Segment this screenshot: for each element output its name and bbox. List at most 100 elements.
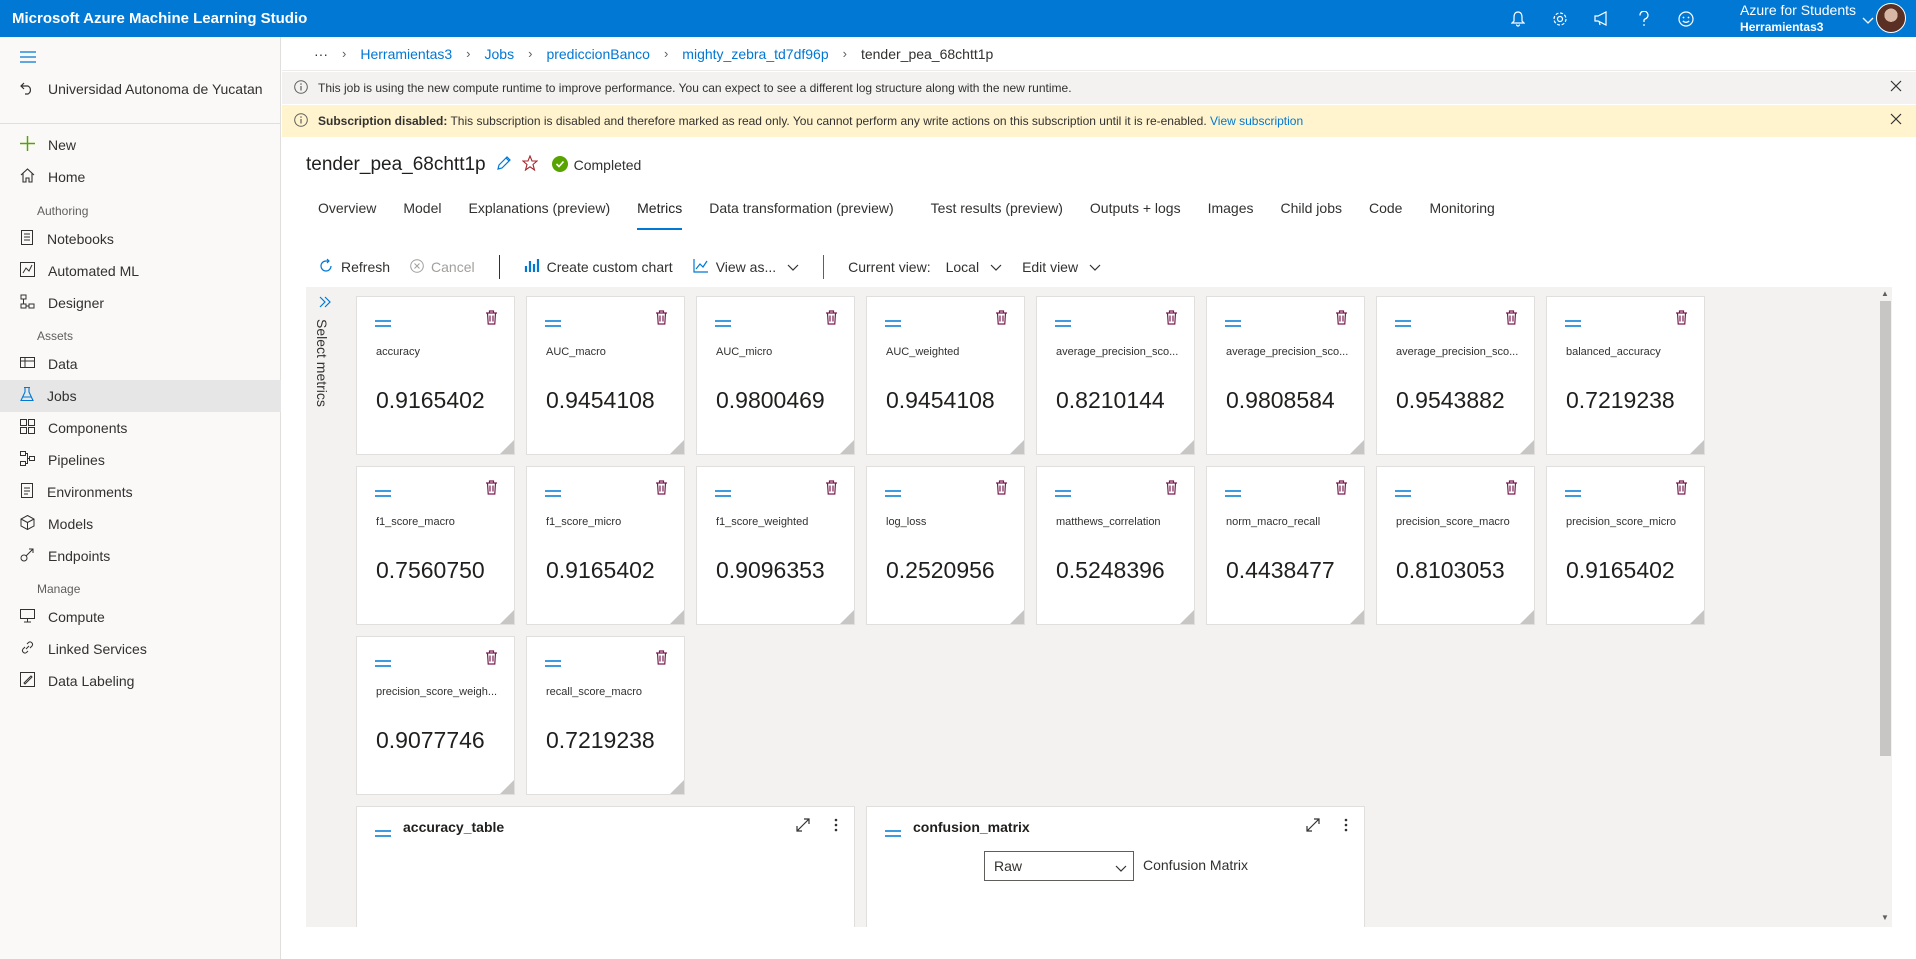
drag-handle-icon[interactable] <box>1395 485 1411 503</box>
trash-icon[interactable] <box>1165 480 1178 500</box>
hamburger-icon[interactable] <box>20 50 36 68</box>
breadcrumb-item[interactable]: Herramientas3 <box>360 46 452 62</box>
trash-icon[interactable] <box>655 650 668 670</box>
tab-images[interactable]: Images <box>1208 200 1254 230</box>
drag-handle-icon[interactable] <box>375 485 391 503</box>
sidebar-item-notebooks[interactable]: Notebooks <box>0 223 281 255</box>
trash-icon[interactable] <box>1675 310 1688 330</box>
tab-overview[interactable]: Overview <box>318 200 376 230</box>
expand-icon[interactable] <box>796 818 810 837</box>
sidebar-item-new[interactable]: New <box>0 129 281 161</box>
create-custom-chart-button[interactable]: Create custom chart <box>518 252 679 282</box>
tab-data-transformation[interactable]: Data transformation (preview) <box>709 200 893 230</box>
trash-icon[interactable] <box>995 310 1008 330</box>
sidebar-item-jobs[interactable]: Jobs <box>0 380 281 412</box>
scroll-up-icon[interactable]: ▲ <box>1881 289 1889 298</box>
tab-outputs-logs[interactable]: Outputs + logs <box>1090 200 1181 230</box>
tab-model[interactable]: Model <box>403 200 441 230</box>
breadcrumb-item[interactable]: prediccionBanco <box>546 46 650 62</box>
tab-code[interactable]: Code <box>1369 200 1402 230</box>
drag-handle-icon[interactable] <box>1565 315 1581 333</box>
edit-pencil-icon[interactable] <box>496 155 512 176</box>
current-view-dropdown[interactable]: Current view: Local <box>842 252 1008 282</box>
sidebar-item-linked-services[interactable]: Linked Services <box>0 633 281 665</box>
tab-metrics[interactable]: Metrics <box>637 200 683 230</box>
trash-icon[interactable] <box>825 480 838 500</box>
tab-monitoring[interactable]: Monitoring <box>1429 200 1494 230</box>
sidebar-item-compute[interactable]: Compute <box>0 601 281 633</box>
scrollbar-thumb[interactable] <box>1880 301 1891 756</box>
view-as-dropdown[interactable]: View as... <box>687 252 805 282</box>
trash-icon[interactable] <box>485 650 498 670</box>
drag-handle-icon[interactable] <box>885 485 901 503</box>
resize-handle[interactable] <box>500 440 514 454</box>
trash-icon[interactable] <box>655 480 668 500</box>
sidebar-item-data-labeling[interactable]: Data Labeling <box>0 665 281 697</box>
close-icon[interactable] <box>1890 113 1902 128</box>
drag-handle-icon[interactable] <box>885 315 901 333</box>
sidebar-item-endpoints[interactable]: Endpoints <box>0 540 281 572</box>
trash-icon[interactable] <box>1675 480 1688 500</box>
sidebar-item-pipelines[interactable]: Pipelines <box>0 444 281 476</box>
avatar[interactable] <box>1876 3 1906 33</box>
sidebar-item-components[interactable]: Components <box>0 412 281 444</box>
workspace-switcher[interactable]: Universidad Autonoma de Yucatan <box>20 77 263 101</box>
more-options-icon[interactable] <box>834 818 838 837</box>
trash-icon[interactable] <box>655 310 668 330</box>
resize-handle[interactable] <box>840 440 854 454</box>
breadcrumb-overflow[interactable]: ··· <box>314 46 328 62</box>
smiley-icon[interactable] <box>1676 9 1696 29</box>
drag-handle-icon[interactable] <box>1565 485 1581 503</box>
trash-icon[interactable] <box>1505 310 1518 330</box>
refresh-button[interactable]: Refresh <box>312 252 396 282</box>
trash-icon[interactable] <box>1335 480 1348 500</box>
resize-handle[interactable] <box>670 610 684 624</box>
trash-icon[interactable] <box>485 480 498 500</box>
resize-handle[interactable] <box>1350 440 1364 454</box>
resize-handle[interactable] <box>1520 440 1534 454</box>
scroll-down-icon[interactable]: ▼ <box>1881 913 1889 922</box>
resize-handle[interactable] <box>840 610 854 624</box>
drag-handle-icon[interactable] <box>375 315 391 333</box>
trash-icon[interactable] <box>485 310 498 330</box>
resize-handle[interactable] <box>500 610 514 624</box>
sidebar-item-automated-ml[interactable]: Automated ML <box>0 255 281 287</box>
tab-explanations[interactable]: Explanations (preview) <box>469 200 611 230</box>
resize-handle[interactable] <box>1690 610 1704 624</box>
resize-handle[interactable] <box>670 440 684 454</box>
tab-test-results[interactable]: Test results (preview) <box>931 200 1063 230</box>
resize-handle[interactable] <box>1350 610 1364 624</box>
drag-handle-icon[interactable] <box>1225 315 1241 333</box>
select-metrics-panel-toggle[interactable]: Select metrics <box>306 287 344 927</box>
star-icon[interactable] <box>521 154 539 176</box>
expand-icon[interactable] <box>1306 818 1320 837</box>
resize-handle[interactable] <box>1010 440 1024 454</box>
drag-handle-icon[interactable] <box>375 825 391 843</box>
matrix-mode-select[interactable]: Raw <box>984 851 1134 881</box>
trash-icon[interactable] <box>1505 480 1518 500</box>
view-subscription-link[interactable]: View subscription <box>1210 114 1303 128</box>
chevron-down-icon[interactable] <box>1862 12 1874 30</box>
cancel-button[interactable]: Cancel <box>404 252 481 282</box>
drag-handle-icon[interactable] <box>545 315 561 333</box>
resize-handle[interactable] <box>500 780 514 794</box>
sidebar-item-home[interactable]: Home <box>0 161 281 193</box>
sidebar-item-designer[interactable]: Designer <box>0 287 281 319</box>
account-info[interactable]: Azure for Students Herramientas3 <box>1740 2 1856 36</box>
app-title[interactable]: Microsoft Azure Machine Learning Studio <box>0 10 307 27</box>
drag-handle-icon[interactable] <box>885 825 901 843</box>
resize-handle[interactable] <box>1690 440 1704 454</box>
sidebar-item-environments[interactable]: Environments <box>0 476 281 508</box>
drag-handle-icon[interactable] <box>545 655 561 673</box>
resize-handle[interactable] <box>670 780 684 794</box>
drag-handle-icon[interactable] <box>715 315 731 333</box>
breadcrumb-item[interactable]: mighty_zebra_td7df96p <box>682 46 828 62</box>
edit-view-dropdown[interactable]: Edit view <box>1016 252 1107 282</box>
drag-handle-icon[interactable] <box>1055 485 1071 503</box>
drag-handle-icon[interactable] <box>375 655 391 673</box>
drag-handle-icon[interactable] <box>545 485 561 503</box>
trash-icon[interactable] <box>1165 310 1178 330</box>
trash-icon[interactable] <box>825 310 838 330</box>
tab-child-jobs[interactable]: Child jobs <box>1281 200 1342 230</box>
sidebar-item-data[interactable]: Data <box>0 348 281 380</box>
